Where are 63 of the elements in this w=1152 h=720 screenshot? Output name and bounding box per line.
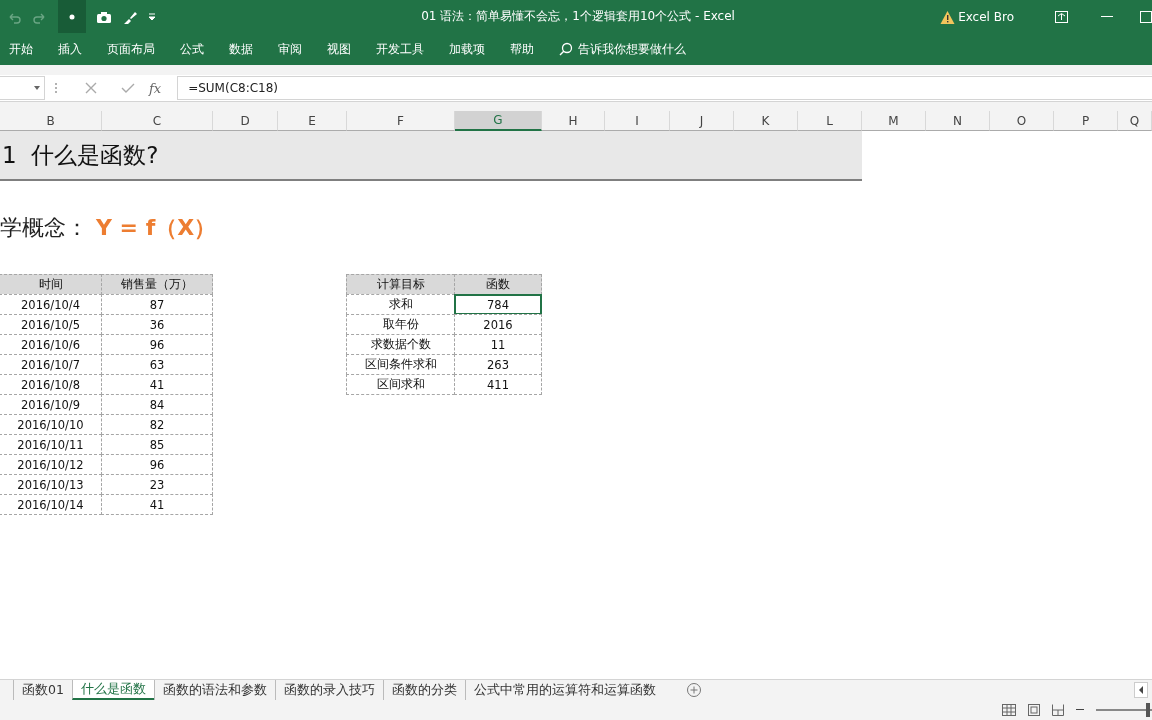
add-sheet-icon bbox=[685, 682, 702, 698]
tell-me-field[interactable]: 告诉我你想要做什么 bbox=[559, 40, 686, 58]
table-cell[interactable]: 411 bbox=[454, 374, 542, 395]
table-cell[interactable]: 784 bbox=[454, 294, 542, 315]
normal-view-icon bbox=[1002, 704, 1016, 716]
cancel-icon bbox=[85, 82, 97, 94]
dropdown-icon bbox=[148, 12, 156, 21]
column-header-cell: 时间 bbox=[0, 274, 102, 295]
column-header[interactable]: H bbox=[542, 111, 605, 131]
column-header-cell: 函数 bbox=[454, 274, 542, 295]
user-name: Excel Bro bbox=[940, 9, 1014, 24]
page-layout-icon bbox=[1028, 704, 1040, 716]
ribbon-tab[interactable]: 公式 bbox=[180, 40, 204, 58]
page-break-icon bbox=[1052, 704, 1064, 716]
table-cell: 区间求和 bbox=[346, 374, 455, 395]
column-header[interactable]: O bbox=[990, 111, 1054, 131]
sheet-tab[interactable]: 什么是函数 bbox=[71, 680, 154, 700]
ribbon-display-icon bbox=[1054, 10, 1068, 23]
ribbon-tab[interactable]: 帮助 bbox=[510, 40, 534, 58]
window-title: 01 语法：简单易懂不会忘，1个逻辑套用10个公式 - Excel bbox=[420, 8, 736, 25]
insert-function-button[interactable]: fx bbox=[149, 80, 162, 96]
column-header[interactable]: I bbox=[605, 111, 670, 131]
check-icon bbox=[121, 82, 135, 94]
ribbon-tab[interactable]: 审阅 bbox=[278, 40, 302, 58]
column-header[interactable]: L bbox=[798, 111, 862, 131]
ribbon-tab[interactable]: 开始 bbox=[9, 40, 33, 58]
column-header[interactable]: C bbox=[102, 111, 213, 131]
column-header[interactable]: G bbox=[455, 111, 542, 131]
concept-label: 学概念： bbox=[0, 214, 88, 242]
column-header[interactable]: N bbox=[926, 111, 990, 131]
minimize-icon bbox=[1101, 15, 1113, 18]
table-cell: 41 bbox=[101, 494, 213, 515]
brush-icon bbox=[122, 9, 138, 24]
formula-field[interactable]: =SUM(C8:C18) bbox=[177, 76, 1152, 100]
maximize-icon bbox=[1140, 10, 1152, 23]
ribbon-tab[interactable]: 视图 bbox=[327, 40, 351, 58]
table-cell: 求和 bbox=[346, 294, 455, 315]
column-header-cell: 销售量（万） bbox=[101, 274, 213, 295]
column-header[interactable]: F bbox=[347, 111, 455, 131]
column-header[interactable]: M bbox=[862, 111, 926, 131]
dot-icon bbox=[69, 13, 75, 20]
column-header[interactable]: Q bbox=[1118, 111, 1152, 131]
ribbon-tab[interactable]: 数据 bbox=[229, 40, 253, 58]
record-button[interactable] bbox=[58, 0, 86, 33]
column-header[interactable]: B bbox=[0, 111, 102, 131]
table-cell[interactable]: 2016 bbox=[454, 314, 542, 335]
ribbon-tab[interactable]: 插入 bbox=[58, 40, 82, 58]
ribbon-tab[interactable]: 加载项 bbox=[449, 40, 485, 58]
column-header[interactable]: E bbox=[278, 111, 347, 131]
column-header[interactable]: J bbox=[670, 111, 734, 131]
camera-icon bbox=[96, 9, 112, 24]
sheet-heading: 1 什么是函数? bbox=[1, 140, 159, 170]
caret-icon bbox=[34, 86, 40, 90]
ribbon-tab[interactable]: 开发工具 bbox=[376, 40, 424, 58]
concept-formula: Y = f（X） bbox=[96, 214, 217, 242]
search-icon bbox=[559, 42, 573, 56]
warning-icon bbox=[940, 9, 956, 24]
ribbon-tab[interactable]: 页面布局 bbox=[107, 40, 155, 58]
column-header[interactable]: P bbox=[1054, 111, 1118, 131]
column-header[interactable]: K bbox=[734, 111, 798, 131]
column-header[interactable]: D bbox=[213, 111, 278, 131]
table-cell: 87 bbox=[101, 294, 213, 315]
zoom-thumb[interactable] bbox=[1146, 703, 1151, 717]
